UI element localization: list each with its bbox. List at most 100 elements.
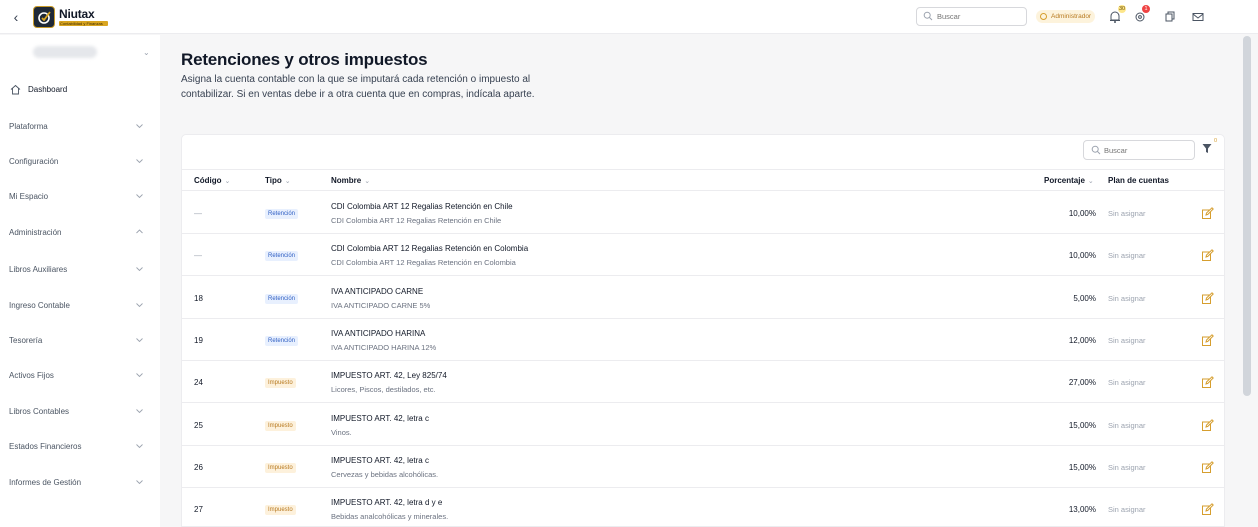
- back-arrow-icon[interactable]: ‹: [9, 9, 23, 25]
- sort-chevron-icon[interactable]: ⌄: [285, 178, 291, 185]
- sort-chevron-icon[interactable]: ⌄: [225, 178, 231, 185]
- column-header-name[interactable]: Nombre ⌄: [331, 176, 370, 185]
- row-percent: 12,00%: [1068, 335, 1096, 345]
- table-row: 19 Retención IVA ANTICIPADO HARINA IVA ANTI…: [182, 319, 1224, 361]
- chevron-down-icon[interactable]: [135, 265, 144, 273]
- home-icon: [10, 84, 21, 95]
- page-description: Asigna la cuenta contable con la que se …: [181, 74, 535, 100]
- table-row: 26 Impuesto IMPUESTO ART. 42, letra c Cerve…: [182, 446, 1224, 488]
- row-code: 18: [194, 293, 203, 303]
- sidebar-item[interactable]: Administración: [0, 223, 160, 243]
- row-description: Bebidas analcohólicas y minerales.: [331, 512, 449, 522]
- sidebar-item[interactable]: Configuración: [0, 152, 160, 172]
- global-search[interactable]: [916, 7, 1027, 26]
- row-description: Cervezas y bebidas alcohólicas.: [331, 469, 439, 479]
- row-plan: Sin asignar: [1108, 209, 1146, 218]
- row-name: IMPUESTO ART. 42, letra c: [331, 455, 429, 465]
- chevron-down-icon[interactable]: [135, 478, 144, 486]
- alerts-badge: 1: [1142, 5, 1150, 13]
- company-selector[interactable]: [33, 46, 97, 58]
- sidebar-item[interactable]: Libros Contables: [0, 402, 160, 422]
- table-row: 24 Impuesto IMPUESTO ART. 42, Ley 825/74 Li…: [182, 361, 1224, 404]
- row-percent: 13,00%: [1068, 505, 1096, 515]
- column-header-type[interactable]: Tipo ⌄: [265, 176, 291, 185]
- row-name: IMPUESTO ART. 42, letra c: [331, 413, 429, 423]
- table-search[interactable]: [1083, 140, 1195, 160]
- notifications-badge: 30: [1118, 5, 1127, 13]
- sidebar-item[interactable]: Dashboard: [0, 80, 160, 100]
- edit-icon[interactable]: [1201, 460, 1214, 474]
- sort-chevron-icon[interactable]: ⌄: [1088, 178, 1094, 185]
- chevron-up-icon[interactable]: [135, 228, 144, 236]
- role-icon: [1040, 13, 1047, 20]
- table-row: 18 Retención IVA ANTICIPADO CARNE IVA ANTIC…: [182, 277, 1224, 319]
- chevron-down-icon[interactable]: [135, 122, 144, 130]
- page-scrollbar[interactable]: [1243, 36, 1251, 396]
- sidebar-item[interactable]: Tesorería: [0, 331, 160, 351]
- taxes-table-panel: 0 Código⌄ Tipo⌄ Nombre⌄ Porcentaje⌄ Plan…: [181, 134, 1225, 527]
- chevron-down-icon[interactable]: [135, 407, 144, 415]
- type-badge: Retención: [265, 251, 299, 262]
- edit-icon[interactable]: [1201, 249, 1214, 262]
- top-bar: ‹ Niutax Contabilidad y Finanzas Adminis…: [0, 0, 1258, 34]
- row-plan: Sin asignar: [1108, 335, 1146, 345]
- chevron-down-icon[interactable]: [135, 192, 144, 200]
- type-badge: Retención: [265, 335, 299, 346]
- sidebar-item-label: Libros Contables: [9, 407, 70, 416]
- type-badge: Impuesto: [265, 420, 296, 431]
- sidebar-item-label: Tesorería: [9, 336, 43, 345]
- row-code: —: [194, 209, 202, 218]
- sidebar-item[interactable]: Informes de Gestión: [0, 473, 160, 493]
- row-description: CDI Colombia ART 12 Regalias Retención e…: [331, 258, 516, 268]
- row-plan: Sin asignar: [1108, 462, 1146, 472]
- brand-logo-icon[interactable]: [33, 6, 55, 28]
- sidebar-item[interactable]: Plataforma: [0, 117, 160, 137]
- brand-name: Niutax: [59, 7, 95, 21]
- column-header-percent[interactable]: Porcentaje ⌄: [1044, 176, 1094, 185]
- chevron-down-icon[interactable]: [135, 371, 144, 379]
- edit-icon[interactable]: [1201, 207, 1214, 220]
- sidebar-item-label: Plataforma: [9, 122, 48, 131]
- sidebar-item[interactable]: Mi Espacio: [0, 187, 160, 207]
- row-percent: 15,00%: [1068, 462, 1096, 472]
- global-search-input[interactable]: [937, 10, 1022, 23]
- type-badge: Impuesto: [265, 462, 296, 473]
- sidebar-item-label: Administración: [9, 228, 62, 237]
- edit-icon[interactable]: [1201, 418, 1214, 432]
- chevron-down-icon[interactable]: [135, 301, 144, 309]
- chevron-down-icon[interactable]: [135, 157, 144, 165]
- mail-icon[interactable]: [1191, 10, 1205, 24]
- row-plan: Sin asignar: [1108, 378, 1146, 388]
- table-search-input[interactable]: [1104, 144, 1190, 157]
- sidebar-item[interactable]: Ingreso Contable: [0, 296, 160, 316]
- chevron-down-icon[interactable]: [135, 442, 144, 450]
- row-percent: 10,00%: [1068, 251, 1096, 261]
- filter-count-badge: 0: [1214, 138, 1218, 144]
- sort-chevron-icon[interactable]: ⌄: [364, 178, 370, 185]
- table-row: 25 Impuesto IMPUESTO ART. 42, letra c Vinos…: [182, 404, 1224, 446]
- sidebar-item[interactable]: Activos Fijos: [0, 366, 160, 386]
- role-badge[interactable]: Administrador: [1036, 10, 1096, 23]
- sidebar-item[interactable]: Estados Financieros: [0, 437, 160, 457]
- edit-icon[interactable]: [1201, 291, 1214, 305]
- sidebar-item-label: Estados Financieros: [9, 442, 82, 451]
- edit-icon[interactable]: [1201, 376, 1214, 389]
- chevron-down-icon[interactable]: ⌄: [143, 48, 150, 57]
- row-name: CDI Colombia ART 12 Regalias Retención e…: [331, 244, 529, 254]
- row-code: 27: [194, 505, 203, 515]
- copy-icon[interactable]: [1163, 10, 1177, 24]
- table-row: — Retención CDI Colombia ART 12 Regalias R…: [182, 234, 1224, 277]
- row-code: 19: [194, 335, 203, 345]
- sidebar-item[interactable]: Libros Auxiliares: [0, 260, 160, 280]
- row-percent: 5,00%: [1073, 293, 1096, 303]
- edit-icon[interactable]: [1201, 503, 1214, 516]
- row-description: Vinos.: [331, 427, 352, 437]
- sidebar-item-label: Mi Espacio: [9, 192, 49, 201]
- row-plan: Sin asignar: [1108, 420, 1146, 430]
- row-description: IVA ANTICIPADO CARNE 5%: [331, 300, 431, 310]
- edit-icon[interactable]: [1201, 333, 1214, 347]
- column-header-code[interactable]: Código ⌄: [194, 176, 230, 185]
- row-percent: 10,00%: [1068, 209, 1096, 218]
- chevron-down-icon[interactable]: [135, 336, 144, 344]
- filter-icon[interactable]: [1202, 143, 1212, 154]
